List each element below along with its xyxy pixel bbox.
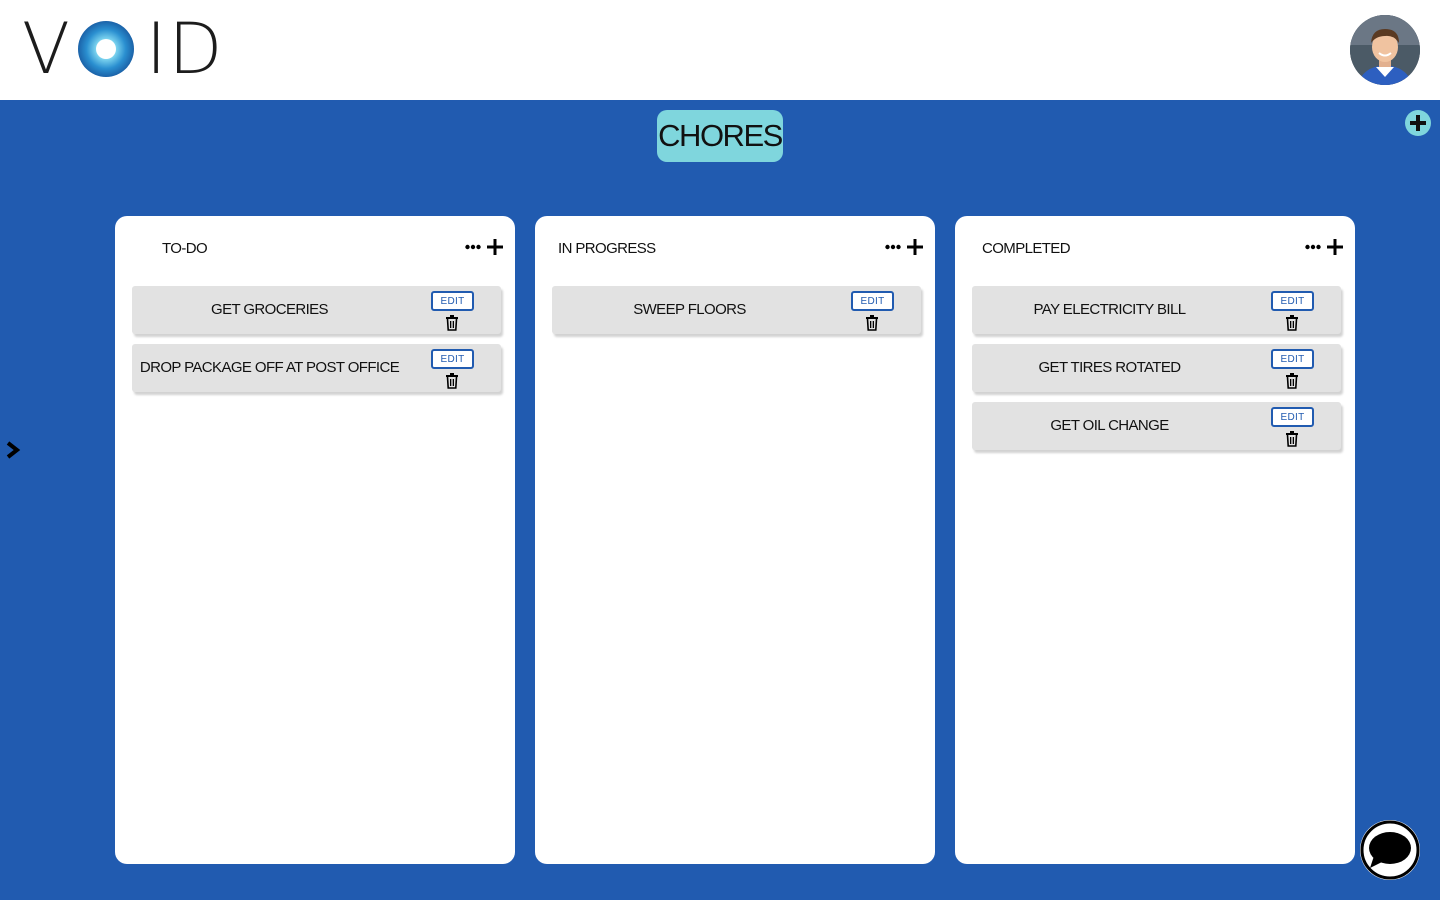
board-title[interactable]: CHORES [657,110,783,162]
add-card-plus-icon[interactable] [487,239,503,255]
column-title: IN PROGRESS [558,240,656,257]
task-card[interactable]: GET GROCERIES EDIT [132,286,501,334]
column-actions [885,239,923,255]
task-card-text: GET OIL CHANGE [1050,416,1169,434]
column-title: TO-DO [162,240,208,257]
user-avatar[interactable] [1350,15,1420,85]
task-card-text: GET GROCERIES [211,300,329,318]
task-card[interactable]: GET OIL CHANGE EDIT [972,402,1341,450]
logo-letter-v: V [22,8,72,90]
trash-icon[interactable] [445,373,459,389]
column-completed: COMPLETED PAY ELECTRICITY BILL EDIT GET … [955,216,1355,864]
edit-button[interactable]: EDIT [431,291,474,311]
add-card-plus-icon[interactable] [1327,239,1343,255]
chat-bubble-icon [1360,820,1420,880]
task-card[interactable]: DROP PACKAGE OFF AT POST OFFICE EDIT [132,344,501,392]
trash-icon[interactable] [865,315,879,331]
column-in-progress: IN PROGRESS SWEEP FLOORS EDIT [535,216,935,864]
task-card-text: PAY ELECTRICITY BILL [1033,300,1187,318]
task-card-text: DROP PACKAGE OFF AT POST OFFICE [139,358,400,376]
column-actions [1305,239,1343,255]
trash-icon[interactable] [1285,315,1299,331]
more-dots-icon[interactable] [1305,244,1321,250]
trash-icon[interactable] [1285,431,1299,447]
void-logo[interactable]: V I D [22,14,224,84]
column-todo: TO-DO GET GROCERIES EDIT DROP PACKAGE OF… [115,216,515,864]
edit-button[interactable]: EDIT [851,291,894,311]
top-bar: V I D [0,0,1440,100]
logo-letter-i: I [145,8,169,90]
task-card-text: SWEEP FLOORS [633,300,746,318]
board-area: CHORES TO-DO GET GROCERIES EDIT DROP PAC… [0,100,1440,900]
task-card[interactable]: PAY ELECTRICITY BILL EDIT [972,286,1341,334]
column-actions [465,239,503,255]
add-card-plus-icon[interactable] [907,239,923,255]
chat-button[interactable] [1360,820,1420,880]
trash-icon[interactable] [445,315,459,331]
edit-button[interactable]: EDIT [1271,291,1314,311]
plus-circle-icon [1406,111,1430,135]
more-dots-icon[interactable] [885,244,901,250]
task-card-text: GET TIRES ROTATED [1038,358,1181,376]
trash-icon[interactable] [1285,373,1299,389]
logo-letter-d: D [168,8,225,90]
edit-button[interactable]: EDIT [431,349,474,369]
task-card[interactable]: SWEEP FLOORS EDIT [552,286,921,334]
edit-button[interactable]: EDIT [1271,349,1314,369]
column-title: COMPLETED [982,240,1071,257]
edit-button[interactable]: EDIT [1271,407,1314,427]
void-ring-icon [76,19,136,79]
task-card[interactable]: GET TIRES ROTATED EDIT [972,344,1341,392]
more-dots-icon[interactable] [465,244,481,250]
add-board-button[interactable] [1405,110,1431,136]
chevron-right-icon[interactable] [5,440,21,460]
